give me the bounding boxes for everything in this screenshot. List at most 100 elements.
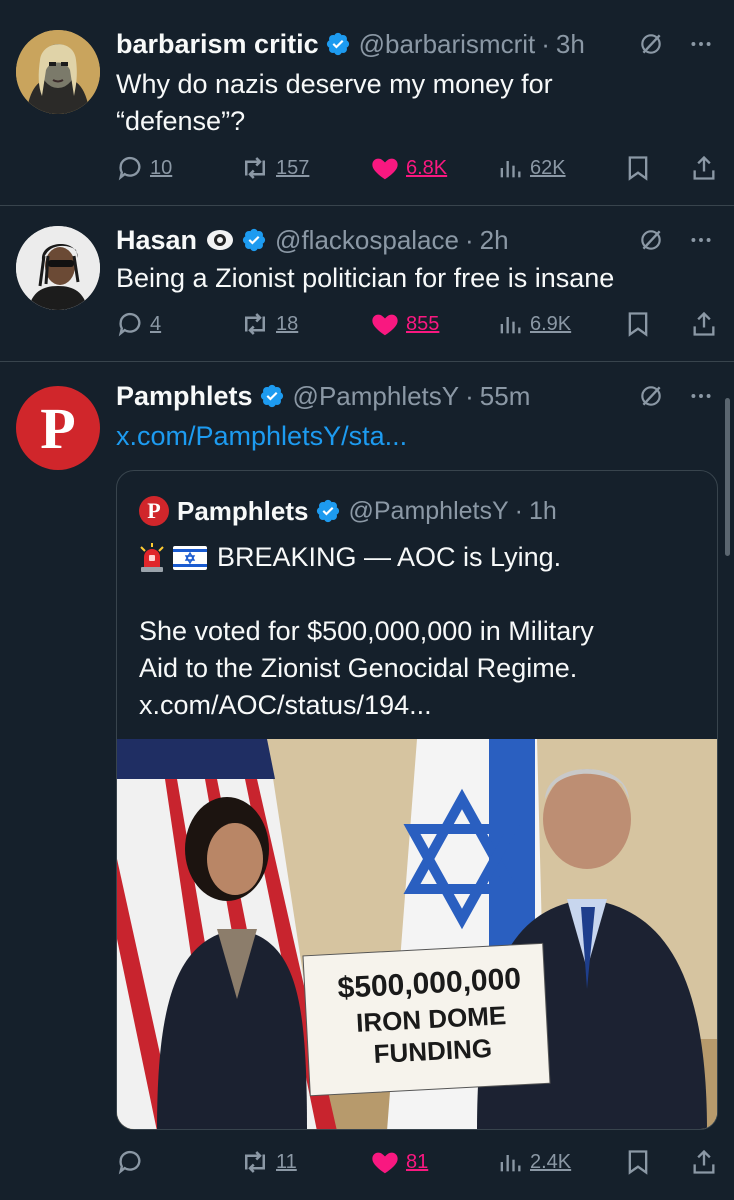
repost-count: 157 — [276, 156, 310, 179]
quote-text: BREAKING — AOC is Lying. She voted for $… — [139, 539, 697, 724]
share-button[interactable] — [690, 1144, 718, 1180]
separator-dot: · — [464, 224, 474, 255]
verified-badge-icon — [315, 498, 341, 524]
heart-icon — [370, 1147, 400, 1177]
media-photo — [117, 739, 717, 1129]
quote-handle: @PamphletsY — [348, 496, 509, 525]
avatar[interactable] — [16, 226, 100, 310]
share-button[interactable] — [690, 306, 718, 342]
verified-badge-icon — [325, 31, 351, 57]
action-bar: 10 157 6.8K 62K — [116, 150, 720, 186]
quote-line-breaking: BREAKING — AOC is Lying. — [139, 539, 697, 576]
repost-count: 11 — [276, 1150, 297, 1173]
views-count: 62K — [530, 156, 566, 179]
like-button[interactable]: 6.8K — [370, 150, 447, 186]
media-sign-text: $500,000,000 IRON DOME FUNDING — [310, 959, 551, 1073]
reply-count: 4 — [150, 312, 162, 335]
avatar-letter: P — [40, 395, 76, 461]
verified-badge-icon — [259, 383, 285, 409]
timestamp[interactable]: 2h — [480, 225, 509, 256]
timestamp[interactable]: 3h — [556, 29, 585, 60]
views-icon — [496, 310, 524, 338]
tweet-text: Why do nazis deserve my money for “defen… — [116, 66, 694, 140]
views-button[interactable]: 2.4K — [496, 1144, 571, 1180]
bookmark-button[interactable] — [624, 306, 652, 342]
handle[interactable]: @PamphletsY — [293, 381, 460, 412]
reply-button[interactable] — [116, 1144, 150, 1180]
verified-badge-icon — [241, 227, 267, 253]
views-count: 6.9K — [530, 312, 572, 335]
scrollbar[interactable] — [725, 398, 730, 556]
bookmark-icon — [624, 310, 652, 338]
repost-button[interactable]: 18 — [240, 306, 298, 342]
share-icon — [690, 1148, 718, 1176]
reply-count: 10 — [150, 156, 173, 179]
share-button[interactable] — [690, 150, 718, 186]
quoted-tweet[interactable]: P Pamphlets @PamphletsY · 1h BREAKING — … — [116, 470, 718, 1130]
tweet-header: barbarism critic @barbarismcrit · 3h — [116, 24, 714, 64]
quote-header: P Pamphlets @PamphletsY · 1h — [139, 493, 557, 529]
views-icon — [496, 1148, 524, 1176]
tweet-hasan[interactable]: Hasan @flackospalace · 2h Being a Zionis… — [0, 206, 734, 361]
grok-icon[interactable] — [638, 383, 664, 409]
like-button[interactable]: 81 — [370, 1144, 428, 1180]
more-icon[interactable] — [688, 383, 714, 409]
reply-icon — [116, 1148, 144, 1176]
tweet-text-line: “defense”? — [116, 106, 246, 136]
quote-display-name: Pamphlets — [177, 495, 309, 526]
bookmark-button[interactable] — [624, 1144, 652, 1180]
timestamp[interactable]: 55m — [480, 381, 531, 412]
reply-icon — [116, 310, 144, 338]
tweet-barbarism-critic[interactable]: barbarism critic @barbarismcrit · 3h Why… — [0, 0, 734, 205]
tweet-link[interactable]: x.com/PamphletsY/sta... — [116, 418, 694, 455]
repost-icon — [240, 1147, 270, 1177]
quote-headline: BREAKING — AOC is Lying. — [217, 542, 562, 572]
like-count: 855 — [406, 312, 440, 335]
heart-icon — [370, 153, 400, 183]
quote-link: x.com/AOC/status/194... — [139, 690, 432, 720]
tweet-text-line: Why do nazis deserve my money for — [116, 69, 553, 99]
repost-button[interactable]: 11 — [240, 1144, 297, 1180]
tweet-header: Pamphlets @PamphletsY · 55m — [116, 376, 714, 416]
tweet-header: Hasan @flackospalace · 2h — [116, 220, 714, 260]
separator-dot: · — [465, 380, 474, 411]
siren-icon — [140, 542, 164, 572]
like-count: 6.8K — [406, 156, 448, 179]
reply-button[interactable]: 10 — [116, 150, 172, 186]
display-name[interactable]: Hasan — [116, 225, 197, 256]
quote-timestamp: 1h — [529, 496, 557, 525]
separator-dot: · — [514, 496, 523, 525]
repost-button[interactable]: 157 — [240, 150, 309, 186]
quote-avatar-letter: P — [147, 498, 161, 523]
avatar[interactable]: P — [16, 386, 100, 470]
repost-icon — [240, 153, 270, 183]
handle[interactable]: @flackospalace — [275, 225, 459, 256]
quote-media-image[interactable]: $500,000,000 IRON DOME FUNDING — [117, 739, 717, 1129]
eye-emoji-icon — [207, 230, 234, 250]
quote-avatar: P — [139, 496, 169, 526]
like-button[interactable]: 855 — [370, 306, 439, 342]
bookmark-icon — [624, 1148, 652, 1176]
tweet-text-line: Being a Zionist politician for free is i… — [116, 263, 615, 293]
views-button[interactable]: 6.9K — [496, 306, 571, 342]
action-bar: 11 81 2.4K — [116, 1144, 720, 1180]
display-name[interactable]: Pamphlets — [116, 381, 253, 412]
handle[interactable]: @barbarismcrit — [359, 29, 536, 60]
action-bar: 4 18 855 6.9K — [116, 306, 720, 342]
reply-button[interactable]: 4 — [116, 306, 161, 342]
more-icon[interactable] — [688, 227, 714, 253]
grok-icon[interactable] — [638, 227, 664, 253]
like-count: 81 — [406, 1150, 429, 1173]
views-button[interactable]: 62K — [496, 150, 566, 186]
quote-body-line: She voted for $500,000,000 in Military — [139, 616, 594, 646]
more-icon[interactable] — [688, 31, 714, 57]
israel-flag-icon — [173, 545, 207, 570]
separator-dot: · — [541, 28, 550, 59]
avatar[interactable] — [16, 30, 100, 114]
bookmark-button[interactable] — [624, 150, 652, 186]
views-count: 2.4K — [530, 1150, 572, 1173]
heart-icon — [370, 309, 400, 339]
share-icon — [690, 310, 718, 338]
grok-icon[interactable] — [638, 31, 664, 57]
display-name[interactable]: barbarism critic — [116, 29, 319, 60]
